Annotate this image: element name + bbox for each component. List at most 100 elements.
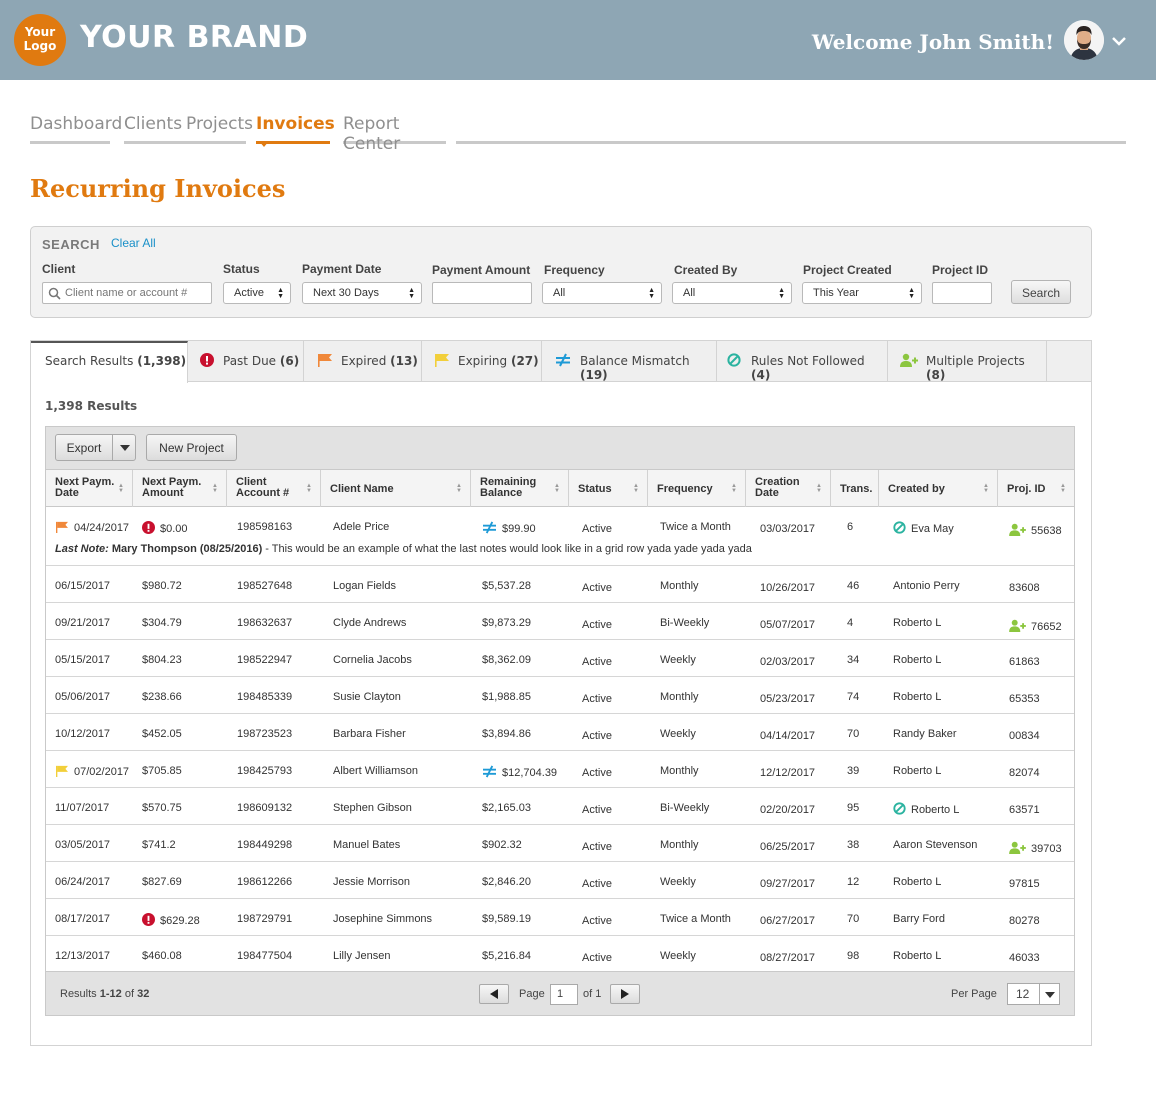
col-client-account[interactable]: Client Account # ▲ ▼ — [227, 470, 321, 507]
cell-creation-date: 05/07/2017 — [760, 619, 816, 631]
export-button[interactable]: Export — [55, 434, 113, 461]
table-row[interactable]: 04/24/2017 $0.00 198598163 Adele Price $99.9… — [46, 507, 1074, 566]
project-created-select[interactable]: This Year ▲ ▼ — [802, 282, 922, 304]
search-title: SEARCH — [42, 237, 100, 252]
frequency-select[interactable]: All ▲ ▼ — [542, 282, 662, 304]
table-row[interactable]: 05/15/2017 $804.23 198522947 Cornelia Jacob… — [46, 640, 1074, 677]
table-row[interactable]: 03/05/2017 $741.2 198449298 Manuel Bates $90… — [46, 825, 1074, 862]
cell-account: 198449298 — [237, 839, 293, 851]
user-avatar[interactable] — [1064, 20, 1104, 60]
table-row[interactable]: 06/15/2017 $980.72 198527648 Logan Fields $5… — [46, 566, 1074, 603]
cell-client-name: Susie Clayton — [333, 691, 401, 703]
cell-transactions: 4 — [847, 617, 854, 629]
add-user-icon — [1009, 619, 1026, 632]
brand-logo[interactable]: Your Logo — [14, 14, 66, 66]
col-project-id[interactable]: Proj. ID ▲ ▼ — [998, 470, 1074, 507]
client-search-input[interactable] — [43, 283, 211, 303]
tab-multiple-projects[interactable]: Multiple Projects (8) — [888, 341, 1047, 382]
col-transactions[interactable]: Trans. — [831, 470, 879, 507]
flag-orange-icon — [318, 354, 332, 367]
export-menu-button[interactable] — [112, 434, 136, 461]
cell-next-date: 03/05/2017 — [55, 839, 111, 851]
cell-transactions: 6 — [847, 521, 854, 533]
col-next-payment-amount[interactable]: Next Paym. Amount ▲ ▼ — [133, 470, 227, 507]
col-remaining-balance[interactable]: Remaining Balance ▲ ▼ — [471, 470, 569, 507]
new-project-button[interactable]: New Project — [146, 434, 237, 461]
cell-transactions: 70 — [847, 913, 860, 925]
cell-client-name: Manuel Bates — [333, 839, 401, 851]
cell-project-id: 97815 — [1009, 878, 1040, 890]
tab-rules-not-followed[interactable]: Rules Not Followed (4) — [717, 341, 888, 382]
cell-status: Active — [582, 915, 612, 927]
cell-status: Active — [582, 619, 612, 631]
status-select[interactable]: Active ▲ ▼ — [223, 282, 291, 304]
col-next-payment-date[interactable]: Next Paym. Date ▲ ▼ — [46, 470, 133, 507]
col-created-by[interactable]: Created by ▲ ▼ — [879, 470, 998, 507]
payment-date-select[interactable]: Next 30 Days ▲ ▼ — [302, 282, 422, 304]
clear-all-link[interactable]: Clear All — [111, 236, 156, 250]
payment-date-label: Payment Date — [302, 262, 382, 276]
arrow-left-icon — [490, 989, 498, 999]
table-row[interactable]: 10/12/2017 $452.05 198723523 Barbara Fisher… — [46, 714, 1074, 751]
cell-creation-date: 03/03/2017 — [760, 523, 816, 535]
add-user-icon — [900, 353, 918, 367]
tab-expiring[interactable]: Expiring (27) — [422, 341, 542, 382]
col-client-name[interactable]: Client Name ▲ ▼ — [321, 470, 471, 507]
cell-creation-date: 12/12/2017 — [760, 767, 816, 779]
cell-next-amount: $238.66 — [142, 691, 182, 703]
cell-transactions: 38 — [847, 839, 860, 851]
cell-transactions: 74 — [847, 691, 860, 703]
payment-amount-input[interactable] — [432, 282, 532, 304]
prev-page-button[interactable] — [479, 984, 509, 1004]
cell-creation-date: 06/27/2017 — [760, 915, 816, 927]
cell-next-date: 05/15/2017 — [55, 654, 111, 666]
nav-invoices[interactable]: Invoices — [256, 110, 335, 147]
cell-account: 198632637 — [237, 617, 293, 629]
cell-creation-date: 05/23/2017 — [760, 693, 816, 705]
tab-past-due[interactable]: Past Due (6) — [188, 341, 304, 382]
nav-report-center[interactable]: Report Center — [343, 110, 446, 154]
table-row[interactable]: 11/07/2017 $570.75 198609132 Stephen Gibson… — [46, 788, 1074, 825]
cell-next-amount: $0.00 — [142, 521, 188, 537]
not-equal-icon — [483, 765, 496, 778]
col-creation-date[interactable]: Creation Date ▲ ▼ — [746, 470, 831, 507]
cell-frequency: Weekly — [660, 728, 696, 740]
next-page-button[interactable] — [610, 984, 640, 1004]
table-row[interactable]: 07/02/2017 $705.85 198425793 Albert William… — [46, 751, 1074, 788]
table-row[interactable]: 05/06/2017 $238.66 198485339 Susie Clayton $… — [46, 677, 1074, 714]
project-id-input[interactable] — [932, 282, 992, 304]
cell-creation-date: 06/25/2017 — [760, 841, 816, 853]
add-user-icon — [1009, 523, 1026, 536]
cell-frequency: Weekly — [660, 876, 696, 888]
col-status[interactable]: Status ▲ ▼ — [569, 470, 648, 507]
cell-frequency: Weekly — [660, 950, 696, 962]
cell-created-by: Roberto L — [893, 691, 942, 703]
tab-search-results[interactable]: Search Results (1,398) — [31, 341, 188, 383]
chevron-down-icon[interactable] — [1110, 34, 1128, 48]
nav-projects[interactable]: Projects — [186, 110, 253, 144]
search-button[interactable]: Search — [1011, 280, 1071, 304]
cell-balance: $99.90 — [482, 521, 536, 537]
table-row[interactable]: 12/13/2017 $460.08 198477504 Lilly Jensen $5… — [46, 936, 1074, 973]
project-created-label: Project Created — [803, 263, 892, 277]
created-by-select[interactable]: All ▲ ▼ — [672, 282, 792, 304]
table-row[interactable]: 09/21/2017 $304.79 198632637 Clyde Andrews $… — [46, 603, 1074, 640]
cell-frequency: Monthly — [660, 580, 699, 592]
cell-status: Active — [582, 582, 612, 594]
table-row[interactable]: 08/17/2017 $629.28 198729791 Josephine Simm… — [46, 899, 1074, 936]
flag-orange-icon — [56, 521, 68, 533]
payment-amount-label: Payment Amount — [432, 263, 531, 277]
logo-line-1: Your — [24, 25, 56, 39]
col-frequency[interactable]: Frequency ▲ ▼ — [648, 470, 746, 507]
tab-expired[interactable]: Expired (13) — [304, 341, 422, 382]
cell-project-id: 83608 — [1009, 582, 1040, 594]
per-page-select[interactable]: 12 — [1007, 983, 1060, 1005]
table-row[interactable]: 06/24/2017 $827.69 198612266 Jessie Morriso… — [46, 862, 1074, 899]
nav-dashboard[interactable]: Dashboard — [30, 110, 122, 144]
cell-transactions: 70 — [847, 728, 860, 740]
cell-created-by: Roberto L — [893, 765, 942, 777]
tab-balance-mismatch[interactable]: Balance Mismatch (19) — [542, 341, 717, 382]
cell-next-date: 10/12/2017 — [55, 728, 111, 740]
page-number-input[interactable]: 1 — [550, 984, 578, 1005]
grid-footer: Results 1-12 of 32 Page 1 of 1 Per Page … — [46, 971, 1074, 1015]
